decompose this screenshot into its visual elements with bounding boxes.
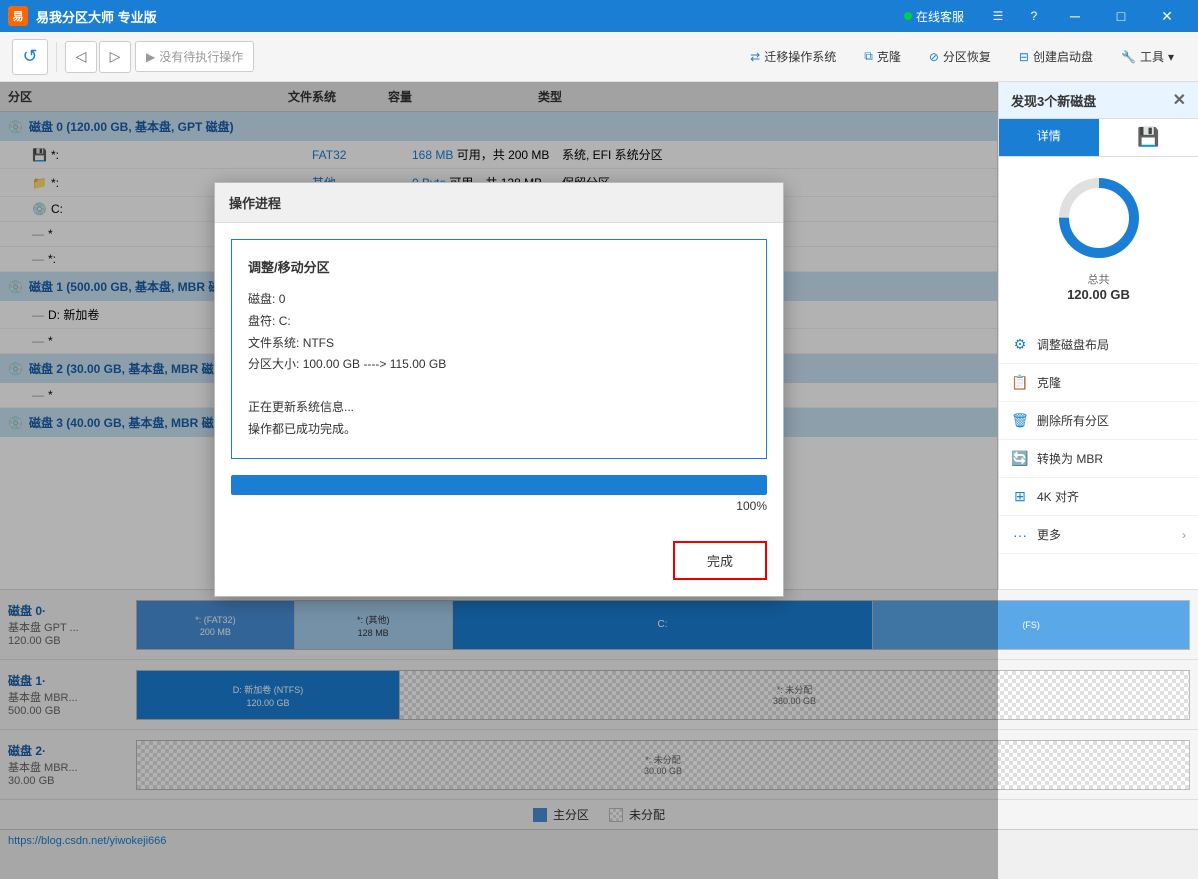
action-more[interactable]: ··· 更多 › [999, 516, 1198, 554]
toolbar-right-actions: ⇄ 迁移操作系统 ⧉ 克隆 ⊘ 分区恢复 ⊟ 创建启动盘 🔧 工具 ▾ [738, 42, 1186, 71]
op-status-1: 正在更新系统信息... [248, 397, 750, 419]
clone-action-label: 克隆 [1037, 374, 1061, 391]
more-label: 更多 [1037, 526, 1061, 543]
app-title: 易我分区大师 专业版 [36, 7, 904, 26]
op-field-disk: 磁盘: 0 [248, 289, 750, 311]
operation-modal: 操作进程 调整/移动分区 磁盘: 0 盘符: C: 文件系统: NTFS 分区大… [214, 182, 784, 597]
pending-label: 没有待执行操作 [159, 48, 243, 65]
tools-icon: 🔧 [1121, 50, 1136, 64]
align-label: 4K 对齐 [1037, 488, 1079, 505]
app-logo: 易 [8, 6, 28, 26]
tab-detail[interactable]: 详情 [999, 119, 1099, 156]
op-field-letter: 盘符: C: [248, 311, 750, 333]
recovery-label: 分区恢复 [943, 48, 991, 65]
clone-label: 克隆 [877, 48, 901, 65]
disk-tab-icon: 💾 [1137, 127, 1159, 147]
modal-footer: 完成 [215, 541, 783, 596]
clone-action-icon: 📋 [1011, 374, 1029, 391]
online-indicator [904, 12, 912, 20]
nav-buttons: ◁ ▷ [65, 41, 131, 73]
migrate-os-button[interactable]: ⇄ 迁移操作系统 [738, 42, 848, 71]
tools-label: 工具 [1140, 48, 1164, 65]
help-icon[interactable]: ? [1016, 0, 1052, 32]
right-panel-close[interactable]: ✕ [1173, 90, 1186, 110]
action-4k-align[interactable]: ⊞ 4K 对齐 [999, 478, 1198, 516]
right-panel-tabs: 详情 💾 [999, 119, 1198, 157]
clone-button[interactable]: ⧉ 克隆 [852, 42, 913, 71]
toolbar-divider-1 [56, 42, 57, 72]
refresh-button[interactable]: ↺ [12, 39, 48, 75]
modal-content: 调整/移动分区 磁盘: 0 盘符: C: 文件系统: NTFS 分区大小: 10… [231, 239, 767, 459]
minimize-button[interactable]: ─ [1052, 0, 1098, 32]
right-panel: 发现3个新磁盘 ✕ 详情 💾 总共 120.00 GB [998, 82, 1198, 589]
modal-overlay: 操作进程 调整/移动分区 磁盘: 0 盘符: C: 文件系统: NTFS 分区大… [0, 82, 998, 879]
op-status-2: 操作都已成功完成。 [248, 419, 750, 441]
titlebar: 易 易我分区大师 专业版 在线客服 ☰ ? ─ □ ✕ [0, 0, 1198, 32]
clone-icon: ⧉ [864, 49, 873, 64]
modal-progress-bar [231, 475, 767, 495]
action-delete-all[interactable]: 🗑 删除所有分区 [999, 402, 1198, 440]
bootdisk-label: 创建启动盘 [1033, 48, 1093, 65]
pending-operations-button[interactable]: ▶ 没有待执行操作 [135, 41, 254, 72]
adjust-layout-icon: ⚙ [1011, 336, 1029, 353]
maximize-button[interactable]: □ [1098, 0, 1144, 32]
right-panel-header: 发现3个新磁盘 ✕ [999, 82, 1198, 119]
tab-disk-icon[interactable]: 💾 [1099, 119, 1198, 156]
modal-title: 操作进程 [215, 183, 783, 223]
more-arrow-icon: › [1182, 528, 1186, 542]
op-title: 调整/移动分区 [248, 256, 750, 279]
disk-visual-area: 总共 120.00 GB [999, 157, 1198, 318]
align-icon: ⊞ [1011, 488, 1029, 505]
delete-label: 删除所有分区 [1037, 412, 1109, 429]
disk-total-info: 总共 120.00 GB [1015, 271, 1182, 302]
action-convert-mbr[interactable]: 🔄 转换为 MBR [999, 440, 1198, 478]
modal-progress-fill [231, 475, 767, 495]
right-panel-actions: ⚙ 调整磁盘布局 📋 克隆 🗑 删除所有分区 🔄 转换为 MBR ⊞ 4K 对齐… [999, 318, 1198, 562]
close-button[interactable]: ✕ [1144, 0, 1190, 32]
op-field-fs: 文件系统: NTFS [248, 333, 750, 355]
action-adjust-layout[interactable]: ⚙ 调整磁盘布局 [999, 326, 1198, 364]
recovery-icon: ⊘ [929, 50, 939, 64]
online-service[interactable]: 在线客服 [904, 8, 964, 25]
play-icon: ▶ [146, 50, 155, 64]
undo-button[interactable]: ◁ [65, 41, 97, 73]
convert-icon: 🔄 [1011, 450, 1029, 467]
toolbar: ↺ ◁ ▷ ▶ 没有待执行操作 ⇄ 迁移操作系统 ⧉ 克隆 ⊘ 分区恢复 ⊟ 创… [0, 32, 1198, 82]
migrate-label: 迁移操作系统 [764, 48, 836, 65]
migrate-icon: ⇄ [750, 50, 760, 64]
menu-icon[interactable]: ☰ [980, 0, 1016, 32]
adjust-layout-label: 调整磁盘布局 [1037, 336, 1109, 353]
modal-progress-percent: 100% [231, 499, 767, 513]
right-panel-title: 发现3个新磁盘 [1011, 91, 1096, 110]
partition-recovery-button[interactable]: ⊘ 分区恢复 [917, 42, 1003, 71]
op-field-size: 分区大小: 100.00 GB ----> 115.00 GB [248, 354, 750, 376]
tools-arrow-icon: ▾ [1168, 50, 1174, 64]
modal-body: 调整/移动分区 磁盘: 0 盘符: C: 文件系统: NTFS 分区大小: 10… [215, 223, 783, 541]
online-label: 在线客服 [916, 8, 964, 25]
tools-button[interactable]: 🔧 工具 ▾ [1109, 42, 1186, 71]
disk-donut-chart [1054, 173, 1144, 263]
action-clone[interactable]: 📋 克隆 [999, 364, 1198, 402]
redo-button[interactable]: ▷ [99, 41, 131, 73]
convert-label: 转换为 MBR [1037, 450, 1103, 467]
delete-icon: 🗑 [1011, 412, 1029, 429]
more-icon: ··· [1011, 527, 1029, 543]
create-bootdisk-button[interactable]: ⊟ 创建启动盘 [1007, 42, 1105, 71]
bootdisk-icon: ⊟ [1019, 50, 1029, 64]
part-label: (FS) [1022, 620, 1040, 630]
complete-button[interactable]: 完成 [673, 541, 767, 580]
